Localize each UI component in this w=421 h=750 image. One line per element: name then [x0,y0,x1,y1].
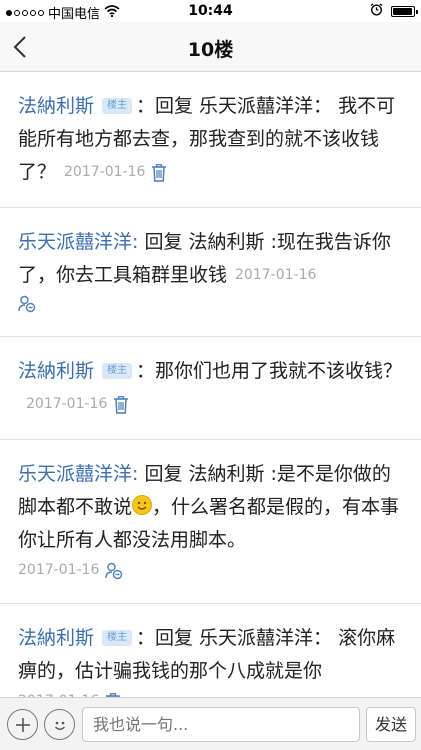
reply-item[interactable]: 法納利斯 楼主 ：回复 乐天派囍洋洋： 我不可能所有地方都去查，那我查到的就不该收钱… [0,72,421,208]
smiley-icon [54,721,65,730]
report-user-icon[interactable] [18,295,36,322]
author-name[interactable]: 乐天派囍洋洋: [18,463,138,485]
comment-input-bar: 发送 [0,697,421,750]
reply-list[interactable]: 法納利斯 楼主 ：回复 乐天派囍洋洋： 我不可能所有地方都去查，那我查到的就不该收钱… [0,72,421,697]
owner-badge: 楼主 [102,630,133,646]
reply-text: 法納利斯 楼主 ：回复 乐天派囍洋洋： 滚你麻痹的，估计骗我钱的那个八成就是你 [18,622,403,688]
navigation-bar: 10楼 [0,22,421,72]
author-name[interactable]: 法納利斯 [18,627,94,649]
trash-icon[interactable] [151,160,167,193]
reply-date: 2017-01-16 [26,396,108,412]
author-name[interactable]: 乐天派囍洋洋: [18,231,138,253]
comment-input[interactable] [82,707,360,742]
send-button[interactable]: 发送 [366,707,416,742]
emoji-button[interactable] [44,709,75,740]
owner-badge: 楼主 [102,98,133,114]
reply-text: 法納利斯 楼主 ：回复 乐天派囍洋洋： 我不可能所有地方都去查，那我查到的就不该收钱… [18,90,403,193]
battery-icon [391,6,418,17]
reply-date: 2017-01-16 [18,562,100,578]
reply-item[interactable]: 乐天派囍洋洋: 回复 法納利斯 :是不是你做的脚本都不敢说 ，什么署名都是假的，… [0,440,421,604]
trash-icon[interactable] [113,392,129,425]
status-right [370,3,418,20]
reply-text: 乐天派囍洋洋: 回复 法納利斯 :现在我告诉你了，你去工具箱群里收钱 2017-0… [18,226,403,292]
smiley-emoji-icon [132,495,153,515]
reply-item[interactable]: 法納利斯 楼主 ：那你们也用了我就不该收钱？ 2017-01-16 [0,337,421,440]
add-attachment-button[interactable] [7,709,38,740]
author-name[interactable]: 法納利斯 [18,95,94,117]
status-bar: 中国电信 10:44 [0,0,421,22]
reply-text: 法納利斯 楼主 ：那你们也用了我就不该收钱？ 2017-01-16 [18,355,403,425]
reply-item[interactable]: 法納利斯楼主：回复 乐天派囍洋洋： 滚你麻痹的，估计骗我钱的那个八成就是你 20… [0,604,421,697]
alarm-icon [370,3,383,20]
reply-meta [18,292,403,322]
reply-text: 乐天派囍洋洋: 回复 法納利斯 :是不是你做的脚本都不敢说 ，什么署名都是假的，… [18,458,403,557]
plus-icon [15,717,30,732]
reply-meta: 2017-01-16 [18,557,403,589]
status-time: 10:44 [188,3,233,19]
owner-badge: 楼主 [102,363,133,379]
page-title: 10楼 [187,39,234,61]
report-user-icon[interactable] [105,562,123,589]
reply-date: 2017-01-16 [64,164,146,180]
reply-item[interactable]: 乐天派囍洋洋: 回复 法納利斯 :现在我告诉你了，你去工具箱群里收钱 2017-0… [0,208,421,337]
reply-date: 2017-01-16 [235,267,317,283]
author-name[interactable]: 法納利斯 [18,360,94,382]
reply-meta: 2017-01-16 [18,688,403,697]
reply-content: ：那你们也用了我就不该收钱？ [136,360,403,382]
